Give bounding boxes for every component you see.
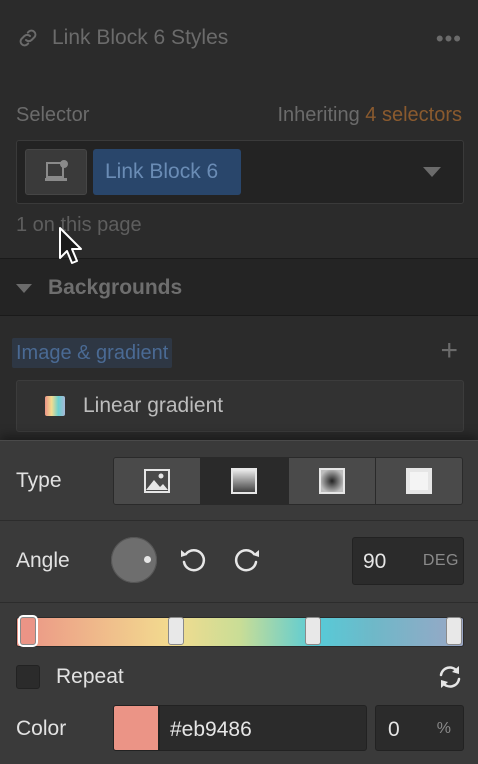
selector-chip[interactable]: Link Block 6	[93, 149, 241, 195]
element-icon	[45, 160, 68, 181]
selector-field[interactable]: Link Block 6	[16, 140, 464, 204]
background-layer-item[interactable]: Linear gradient	[16, 380, 464, 432]
type-label: Type	[16, 469, 62, 492]
type-radial-button[interactable]	[288, 458, 376, 504]
gradient-preview-bar[interactable]	[16, 617, 464, 647]
type-row: Type	[0, 441, 478, 521]
selector-label: Selector	[16, 104, 90, 126]
inheriting-prefix: Inheriting	[277, 104, 366, 126]
rotate-left-icon[interactable]	[178, 545, 208, 575]
angle-row: Angle 90 DEG	[0, 521, 478, 603]
link-icon	[19, 29, 37, 47]
reverse-icon[interactable]	[436, 663, 464, 691]
color-label: Color	[16, 717, 67, 740]
angle-dial[interactable]	[111, 537, 157, 583]
image-icon	[144, 469, 171, 493]
repeat-label[interactable]: Repeat	[56, 665, 124, 689]
type-solid-button[interactable]	[375, 458, 462, 504]
image-gradient-label[interactable]: Image & gradient	[12, 338, 173, 368]
hex-value[interactable]: #eb9486	[170, 718, 252, 742]
triangle-down-icon	[16, 284, 32, 293]
inheriting-info[interactable]: Inheriting 4 selectors	[277, 104, 462, 127]
caret-down-icon[interactable]	[423, 167, 441, 177]
gradient-stop[interactable]	[168, 617, 184, 645]
angle-input[interactable]: 90 DEG	[352, 537, 464, 585]
backgrounds-section-header[interactable]: Backgrounds	[0, 258, 478, 316]
inheriting-count[interactable]: 4 selectors	[365, 104, 462, 126]
gradient-editor-popover: Type Angle 90 DEG Repeat Color #eb9486 0…	[0, 440, 478, 764]
stop-position-value[interactable]: 0	[388, 718, 400, 742]
type-linear-button[interactable]	[201, 458, 289, 504]
gradient-stop[interactable]	[305, 617, 321, 645]
panel-header: Link Block 6 Styles •••	[0, 0, 478, 78]
section-title: Backgrounds	[48, 276, 183, 299]
gradient-stop[interactable]	[20, 617, 36, 645]
angle-unit[interactable]: DEG	[423, 552, 459, 570]
linear-gradient-icon	[231, 468, 258, 494]
element-type-button[interactable]	[25, 149, 87, 195]
gradient-stop[interactable]	[446, 617, 462, 645]
more-icon[interactable]: •••	[436, 26, 462, 52]
cursor-icon	[59, 227, 82, 264]
angle-label: Angle	[16, 549, 70, 572]
angle-value[interactable]: 90	[363, 550, 386, 574]
repeat-checkbox[interactable]	[16, 665, 40, 689]
repeat-row: Repeat	[0, 659, 478, 699]
rotate-right-icon[interactable]	[232, 545, 262, 575]
color-swatch[interactable]	[113, 705, 159, 751]
type-button-group	[113, 457, 463, 505]
panel-title: Link Block 6 Styles	[52, 26, 229, 49]
radial-gradient-icon	[318, 468, 345, 494]
layer-name: Linear gradient	[83, 394, 224, 417]
hex-input[interactable]: #eb9486	[159, 705, 367, 751]
solid-color-icon	[405, 468, 432, 494]
gradient-swatch-icon	[45, 396, 65, 416]
stop-position-input[interactable]: 0 %	[375, 705, 464, 751]
type-image-button[interactable]	[114, 458, 202, 504]
plus-icon[interactable]: +	[440, 336, 458, 366]
backgrounds-body: Image & gradient + Linear gradient	[0, 316, 478, 440]
stop-position-unit: %	[436, 720, 451, 737]
color-row: Color #eb9486 0 %	[0, 705, 478, 753]
